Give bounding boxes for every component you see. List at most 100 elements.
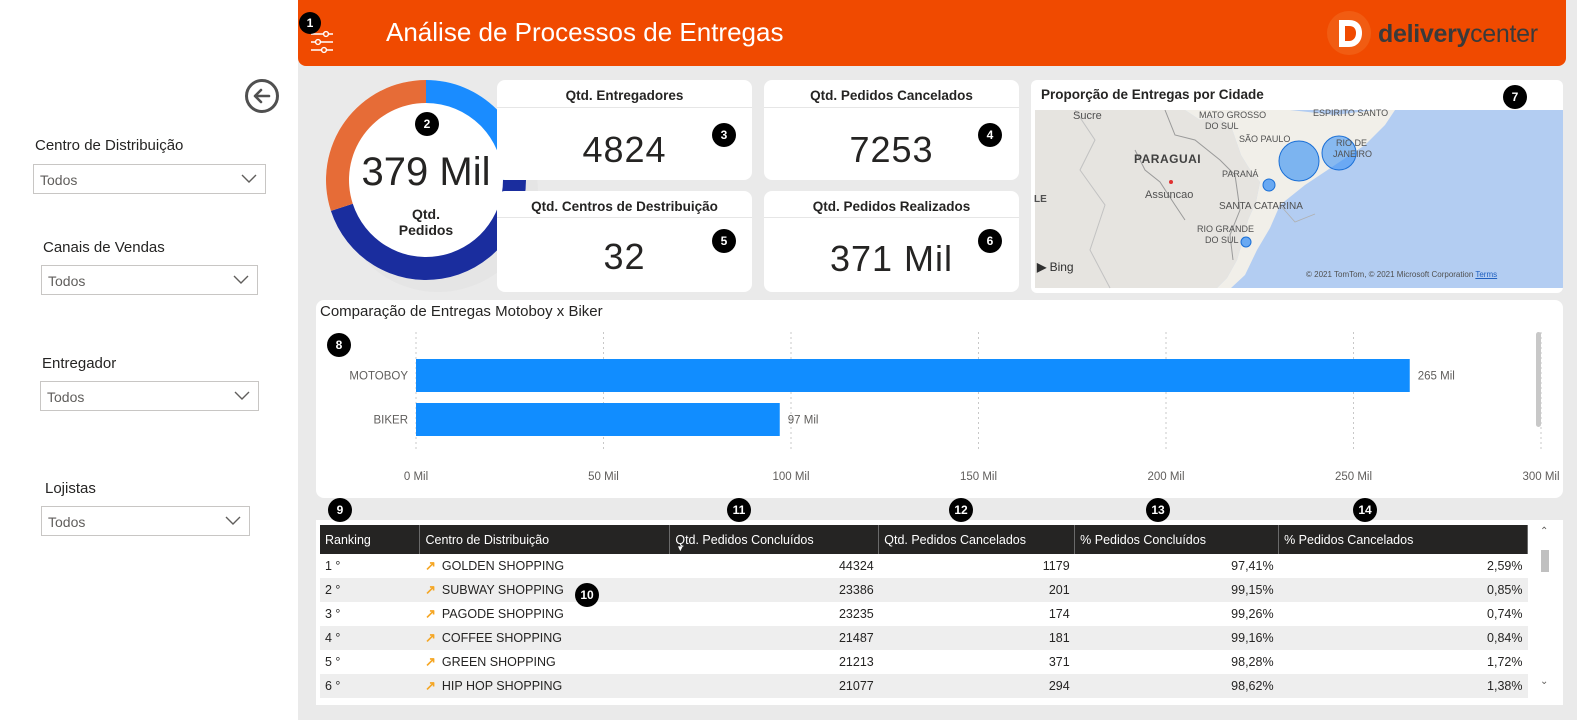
trend-up-icon: ↗ <box>424 558 436 573</box>
table-row[interactable]: 4 ° ↗ COFFEE SHOPPING 21487 181 99,16% 0,… <box>320 626 1528 650</box>
map-label: ESPIRITO SANTO <box>1313 108 1389 118</box>
bar-chart-card[interactable]: Comparação de Entregas Motoboy x Biker 0… <box>316 300 1563 498</box>
report-canvas: Análise de Processos de Entregas deliver… <box>298 0 1577 720</box>
bar[interactable] <box>416 359 1410 392</box>
col-header-pct-cancelados[interactable]: % Pedidos Cancelados <box>1278 525 1528 554</box>
table-row[interactable]: 1 ° ↗ GOLDEN SHOPPING 44324 1179 97,41% 2… <box>320 554 1528 578</box>
cell-concluidos: 44324 <box>838 559 874 573</box>
map-label: LE <box>1034 194 1047 205</box>
table-scrollbar[interactable]: ⌃ ⌄ <box>1538 524 1552 700</box>
map-label: DO SUL <box>1205 235 1239 245</box>
col-header-centro[interactable]: Centro de Distribuição <box>419 525 671 554</box>
cell-concluidos: 21213 <box>838 655 874 669</box>
badge-7: 7 <box>1503 85 1527 109</box>
col-header-ranking[interactable]: Ranking <box>320 525 421 554</box>
cell-cancelados: 201 <box>878 578 1075 602</box>
category-label: BIKER <box>373 415 408 427</box>
cell-pct-concluidos: 99,15% <box>1074 578 1279 602</box>
logo-text-bold: delivery <box>1378 20 1471 48</box>
cell-ranking: 6 ° <box>320 674 420 698</box>
badge-6: 6 <box>978 229 1002 253</box>
filter-label-canais: Canais de Vendas <box>43 239 165 256</box>
table-row[interactable]: 5 ° ↗ GREEN SHOPPING 21213 371 98,28% 1,7… <box>320 650 1528 674</box>
donut-label-line2: Pedidos <box>398 222 454 238</box>
badge-9: 9 <box>328 498 352 522</box>
badge-10: 10 <box>575 583 599 607</box>
filter-label-entregador: Entregador <box>42 355 117 372</box>
col-header-pct-concluidos[interactable]: % Pedidos Concluídos <box>1074 525 1280 554</box>
filter-select-lojistas[interactable]: Todos <box>41 506 250 536</box>
badge-14: 14 <box>1353 498 1377 522</box>
cell-ranking: 4 ° <box>320 626 420 650</box>
map-visual[interactable]: Proporção de Entregas por Cidade Sucre M… <box>1031 80 1563 293</box>
bing-brand: Bing <box>1049 260 1074 274</box>
page-title: Análise de Processos de Entregas <box>386 17 784 47</box>
bar-chart: 0 Mil 50 Mil 100 Mil 150 Mil 200 Mil 250 Mil 3… <box>349 332 1560 483</box>
logo-mark-icon <box>1327 11 1371 55</box>
cell-centro-name: COFFEE SHOPPING <box>441 631 563 645</box>
map-label: PARAGUAI <box>1134 152 1202 166</box>
cell-centro: ↗ PAGODE SHOPPING <box>420 602 670 626</box>
scroll-down-icon[interactable]: ⌄ <box>1540 676 1548 687</box>
scroll-thumb[interactable] <box>1541 550 1549 572</box>
cell-pct-cancelados: 0,74% <box>1487 607 1523 621</box>
cell-concluidos: 23235 <box>838 607 874 621</box>
chart-scrollbar[interactable] <box>1536 332 1541 427</box>
map-label: Assuncao <box>1145 189 1194 201</box>
cell-pct-cancelados: 0,84% <box>1278 626 1528 650</box>
cell-ranking: 2 ° <box>320 578 420 602</box>
map-label: RIO GRANDE <box>1197 224 1255 234</box>
cell-cancelados: 181 <box>878 626 1075 650</box>
data-label: 265 Mil <box>1418 371 1455 383</box>
cell-centro-name: GREEN SHOPPING <box>441 655 556 669</box>
back-arrow-icon[interactable] <box>245 79 279 113</box>
map-labels: Sucre MATO GROSSO DO SUL ESPIRITO SANTO … <box>1031 80 1563 293</box>
x-tick-label: 100 Mil <box>772 471 809 483</box>
col-header-concluidos[interactable]: Qtd. Pedidos Concluídos ▼ <box>669 525 880 554</box>
cell-pct-concluidos: 97,41% <box>1231 559 1274 573</box>
filter-select-canais[interactable]: Todos <box>41 265 258 295</box>
cell-pct-concluidos: 98,28% <box>1231 655 1274 669</box>
table-row[interactable]: 2 ° ↗ SUBWAY SHOPPING 23386 201 99,15% 0,… <box>320 578 1528 602</box>
table-row[interactable]: 6 ° ↗ HIP HOP SHOPPING 21077 294 98,62% 1… <box>320 674 1528 698</box>
table-row[interactable]: 3 ° ↗ PAGODE SHOPPING 23235 174 99,26% 0,… <box>320 602 1528 626</box>
chevron-down-icon <box>234 391 250 400</box>
bing-logo: ▶ Bing <box>1037 260 1074 274</box>
map-copyright: © 2021 TomTom, © 2021 Microsoft Corporat… <box>1306 270 1497 279</box>
map-terms-link[interactable]: Terms <box>1475 270 1497 279</box>
trend-up-icon: ↗ <box>424 582 436 597</box>
filter-sliders-icon[interactable] <box>310 30 334 59</box>
map-label: SANTA CATARINA <box>1219 201 1303 212</box>
badge-4: 4 <box>978 123 1002 147</box>
x-tick-label: 0 Mil <box>404 471 428 483</box>
filter-select-centro[interactable]: Todos <box>33 164 266 194</box>
logo-text-light: center <box>1470 20 1538 48</box>
map-label: Sucre <box>1073 110 1102 122</box>
scroll-up-icon[interactable]: ⌃ <box>1540 526 1548 537</box>
ranking-table-card: Ranking Centro de Distribuição Qtd. Pedi… <box>316 520 1563 705</box>
filter-value-canais: Todos <box>48 273 86 289</box>
trend-up-icon: ↗ <box>424 630 436 645</box>
kpi-title: Qtd. Entregadores <box>565 88 684 103</box>
map-label: MATO GROSSO <box>1199 110 1267 120</box>
cell-centro-name: HIP HOP SHOPPING <box>441 679 563 693</box>
col-header-cancelados[interactable]: Qtd. Pedidos Cancelados <box>878 525 1076 554</box>
filter-value-lojistas: Todos <box>48 514 86 530</box>
card-divider <box>497 107 752 108</box>
badge-8: 8 <box>327 333 351 357</box>
cell-centro-name: GOLDEN SHOPPING <box>441 559 565 573</box>
map-label: PARANÁ <box>1222 169 1259 179</box>
filter-value-entregador: Todos <box>47 389 85 405</box>
trend-up-icon: ↗ <box>424 654 436 669</box>
trend-up-icon: ↗ <box>424 678 436 693</box>
donut-label-line1: Qtd. <box>412 206 440 222</box>
table-header-row: Ranking Centro de Distribuição Qtd. Pedi… <box>320 525 1528 554</box>
x-tick-label: 150 Mil <box>960 471 997 483</box>
cell-ranking: 3 ° <box>325 607 341 621</box>
x-tick-label: 300 Mil <box>1522 471 1559 483</box>
filter-select-entregador[interactable]: Todos <box>40 381 259 411</box>
x-tick-label: 200 Mil <box>1147 471 1184 483</box>
bar[interactable] <box>416 403 780 436</box>
ranking-table: Ranking Centro de Distribuição Qtd. Pedi… <box>320 525 1528 698</box>
badge-2: 2 <box>415 112 439 136</box>
